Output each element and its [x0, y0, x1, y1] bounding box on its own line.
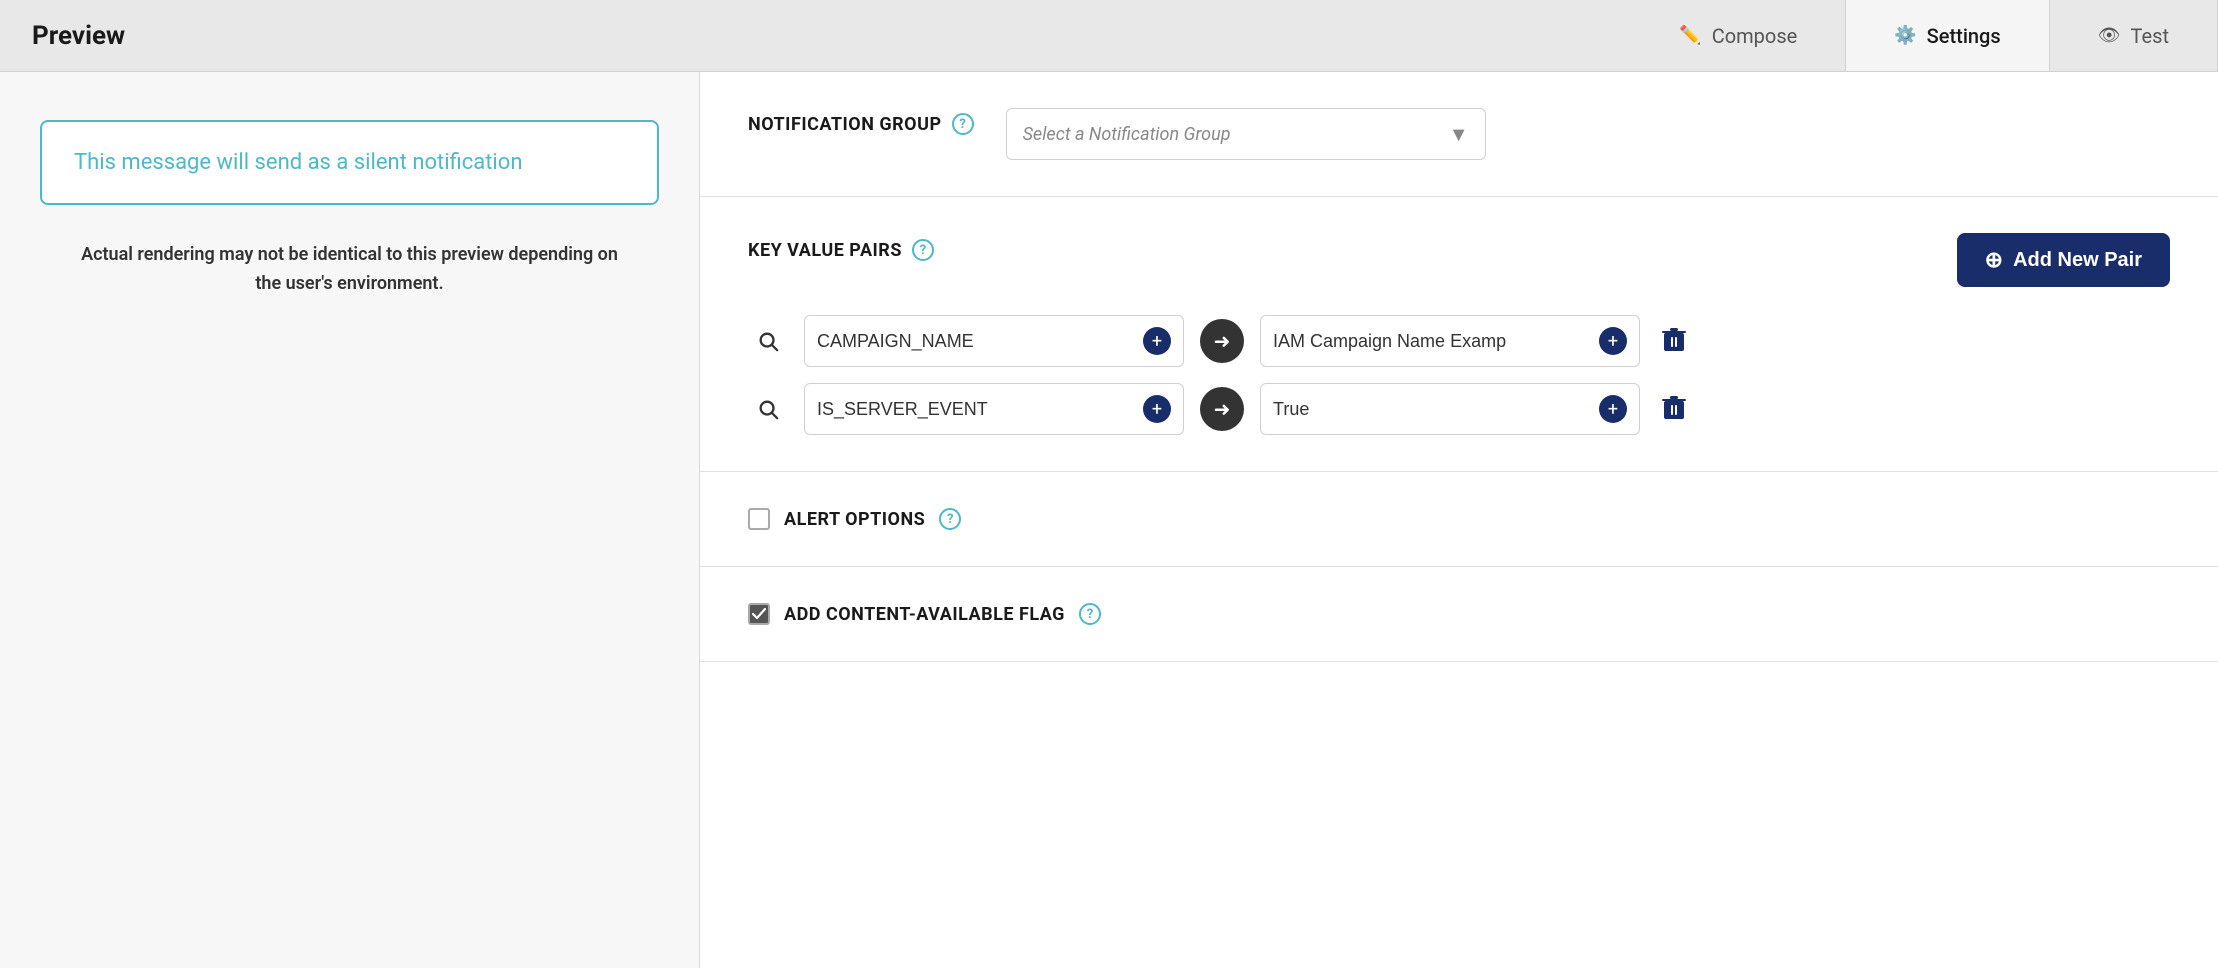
tab-settings[interactable]: ⚙️ Settings — [1846, 0, 2049, 71]
kv-value-input-container-1: + — [1260, 315, 1640, 367]
notification-group-section: NOTIFICATION GROUP ? Select a Notificati… — [700, 72, 2218, 197]
kvp-section-header: KEY VALUE PAIRS ? — [748, 239, 934, 261]
content-flag-row: ADD CONTENT-AVAILABLE FLAG ? — [748, 603, 2170, 625]
add-new-pair-button[interactable]: ⊕ Add New Pair — [1957, 233, 2170, 287]
kvp-label: KEY VALUE PAIRS — [748, 240, 902, 261]
kv-value-input-2[interactable] — [1273, 399, 1599, 420]
delete-icon-1[interactable] — [1656, 321, 1692, 361]
header: Preview ✏️ Compose ⚙️ Settings 👁 Test — [0, 0, 2218, 72]
table-row: + ➜ + — [748, 315, 2170, 367]
plus-icon: ⊕ — [1985, 247, 2003, 273]
kv-key-add-btn-1[interactable]: + — [1143, 327, 1171, 355]
kv-value-input-container-2: + — [1260, 383, 1640, 435]
content-available-flag-section: ADD CONTENT-AVAILABLE FLAG ? — [700, 567, 2218, 662]
tab-compose[interactable]: ✏️ Compose — [1631, 0, 1846, 71]
page-title: Preview — [32, 21, 125, 51]
content-available-help-icon[interactable]: ? — [1079, 603, 1101, 625]
arrow-right-icon-2: ➜ — [1200, 387, 1244, 431]
table-row: + ➜ + — [748, 383, 2170, 435]
eye-icon: 👁 — [2098, 25, 2121, 46]
tab-settings-label: Settings — [1927, 24, 2001, 48]
notification-group-label: NOTIFICATION GROUP — [748, 114, 942, 135]
kv-key-add-btn-2[interactable]: + — [1143, 395, 1171, 423]
settings-icon: ⚙️ — [1894, 25, 1916, 46]
alert-options-checkbox[interactable] — [748, 508, 770, 530]
kv-key-input-container-2: + — [804, 383, 1184, 435]
delete-icon-2[interactable] — [1656, 389, 1692, 429]
kv-value-input-1[interactable] — [1273, 331, 1599, 352]
notification-group-header: NOTIFICATION GROUP ? — [748, 113, 974, 135]
search-icon[interactable] — [748, 389, 788, 429]
alert-options-row: ALERT OPTIONS ? — [748, 508, 2170, 530]
tab-test-label: Test — [2131, 24, 2169, 48]
alert-options-section: ALERT OPTIONS ? — [700, 472, 2218, 567]
arrow-right-icon-1: ➜ — [1200, 319, 1244, 363]
notification-group-dropdown[interactable]: Select a Notification Group ▼ — [1006, 108, 1486, 160]
dropdown-arrow-icon: ▼ — [1449, 122, 1469, 147]
kv-value-add-btn-2[interactable]: + — [1599, 395, 1627, 423]
search-icon[interactable] — [748, 321, 788, 361]
silent-notification-box: This message will send as a silent notif… — [40, 120, 659, 205]
kvp-help-icon[interactable]: ? — [912, 239, 934, 261]
alert-options-help-icon[interactable]: ? — [939, 508, 961, 530]
right-panel: NOTIFICATION GROUP ? Select a Notificati… — [700, 72, 2218, 968]
kv-key-input-1[interactable] — [817, 331, 1143, 352]
kvp-header: KEY VALUE PAIRS ? ⊕ Add New Pair — [748, 233, 2170, 287]
compose-icon: ✏️ — [1679, 25, 1701, 46]
add-new-pair-label: Add New Pair — [2013, 249, 2142, 272]
kv-key-input-2[interactable] — [817, 399, 1143, 420]
kv-key-input-container-1: + — [804, 315, 1184, 367]
kv-value-add-btn-1[interactable]: + — [1599, 327, 1627, 355]
tab-bar: ✏️ Compose ⚙️ Settings 👁 Test — [1631, 0, 2218, 71]
content-available-checkbox[interactable] — [748, 603, 770, 625]
app-container: Preview ✏️ Compose ⚙️ Settings 👁 Test Th… — [0, 0, 2218, 968]
content-available-label: ADD CONTENT-AVAILABLE FLAG — [784, 604, 1065, 625]
left-panel: This message will send as a silent notif… — [0, 72, 700, 968]
alert-options-label: ALERT OPTIONS — [784, 509, 925, 530]
silent-notification-text: This message will send as a silent notif… — [74, 150, 522, 175]
notification-group-help-icon[interactable]: ? — [952, 113, 974, 135]
notification-group-row: NOTIFICATION GROUP ? Select a Notificati… — [748, 108, 2170, 160]
tab-compose-label: Compose — [1712, 24, 1798, 48]
notification-group-placeholder: Select a Notification Group — [1023, 124, 1231, 145]
kv-rows: + ➜ + — [748, 315, 2170, 435]
key-value-pairs-section: KEY VALUE PAIRS ? ⊕ Add New Pair — [700, 197, 2218, 472]
rendering-note: Actual rendering may not be identical to… — [40, 241, 659, 299]
main-content: This message will send as a silent notif… — [0, 72, 2218, 968]
tab-test[interactable]: 👁 Test — [2050, 0, 2218, 71]
